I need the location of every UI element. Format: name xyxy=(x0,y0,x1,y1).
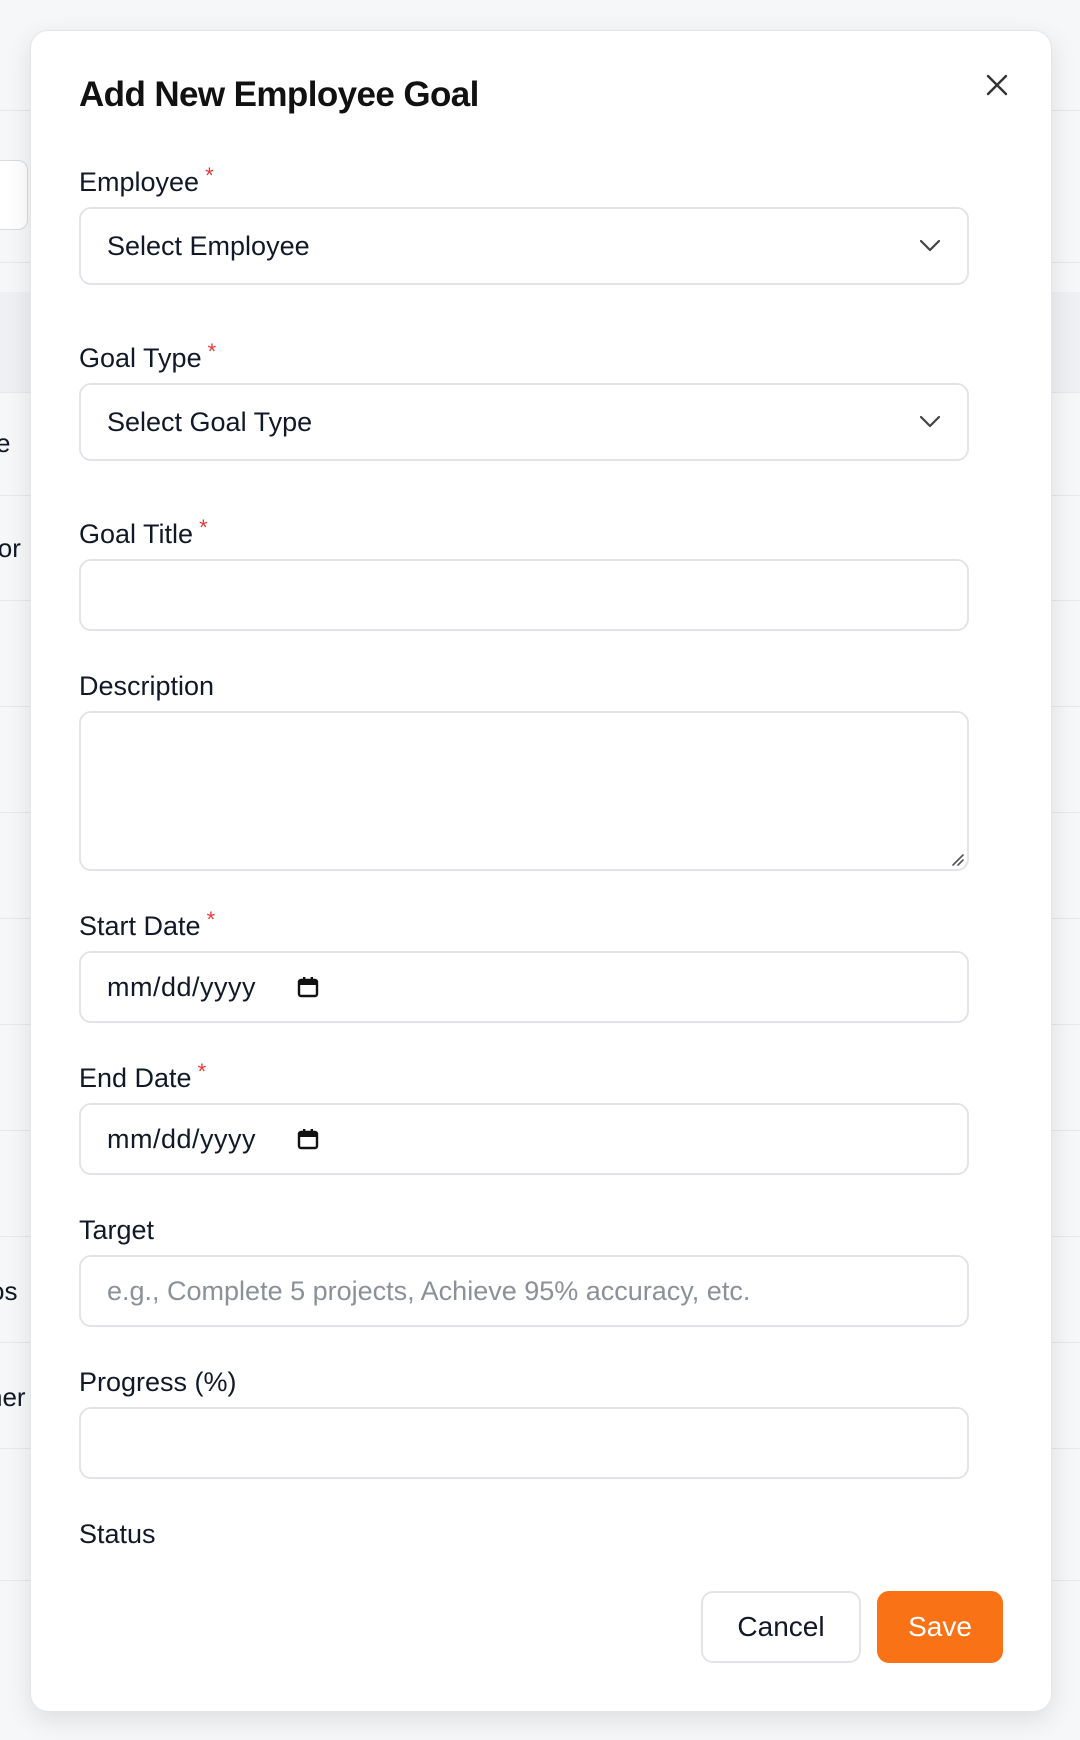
close-icon xyxy=(986,74,1008,96)
end-date-label: End Date * xyxy=(79,1059,206,1094)
table-cell-fragment: ior xyxy=(0,533,21,563)
modal-title: Add New Employee Goal xyxy=(79,75,479,114)
add-goal-modal: Add New Employee Goal Employee * Select E… xyxy=(30,30,1052,1712)
required-marker: * xyxy=(199,515,208,540)
goal-type-label-text: Goal Type xyxy=(79,343,202,373)
calendar-icon[interactable] xyxy=(296,1127,320,1151)
table-cell-fragment: ner xyxy=(0,1382,26,1412)
employee-select-value: Select Employee xyxy=(107,230,310,261)
chevron-down-icon xyxy=(919,415,941,429)
required-marker: * xyxy=(197,1059,207,1084)
employee-label-text: Employee xyxy=(79,167,200,197)
required-marker: * xyxy=(206,907,216,932)
start-date-label-text: Start Date xyxy=(79,911,201,941)
start-date-label: Start Date * xyxy=(79,907,215,942)
cancel-button[interactable]: Cancel xyxy=(701,1591,861,1663)
description-label: Description xyxy=(79,671,215,701)
goal-title-label: Goal Title * xyxy=(79,515,208,550)
goal-title-label-text: Goal Title xyxy=(79,519,194,549)
goal-type-select[interactable]: Select Goal Type xyxy=(79,383,969,461)
target-label: Target xyxy=(79,1215,155,1245)
end-date-input[interactable]: mm/dd/yyyy xyxy=(79,1103,969,1175)
employee-select[interactable]: Select Employee xyxy=(79,207,969,285)
goal-type-label: Goal Type * xyxy=(79,339,216,374)
start-date-input[interactable]: mm/dd/yyyy xyxy=(79,951,969,1023)
chevron-down-icon xyxy=(919,239,941,253)
start-date-value: mm/dd/yyyy xyxy=(107,971,257,1002)
resize-handle-icon[interactable] xyxy=(949,851,965,867)
required-marker: * xyxy=(207,339,217,364)
progress-label: Progress (%) xyxy=(79,1367,237,1397)
end-date-label-text: End Date xyxy=(79,1063,192,1093)
goal-type-select-value: Select Goal Type xyxy=(107,406,313,437)
description-textarea[interactable] xyxy=(79,711,969,871)
target-input[interactable]: e.g., Complete 5 projects, Achieve 95% a… xyxy=(79,1255,969,1327)
employee-label: Employee * xyxy=(79,163,214,198)
required-marker: * xyxy=(205,163,214,188)
close-button[interactable] xyxy=(977,65,1017,105)
background-control xyxy=(0,160,28,230)
table-cell-fragment: e xyxy=(0,428,11,458)
goal-title-input[interactable] xyxy=(79,559,969,631)
progress-input[interactable] xyxy=(79,1407,969,1479)
end-date-value: mm/dd/yyyy xyxy=(107,1123,257,1154)
save-button[interactable]: Save xyxy=(877,1591,1003,1663)
calendar-icon[interactable] xyxy=(296,975,320,999)
status-label: Status xyxy=(79,1519,156,1549)
table-cell-fragment: os xyxy=(0,1276,18,1306)
